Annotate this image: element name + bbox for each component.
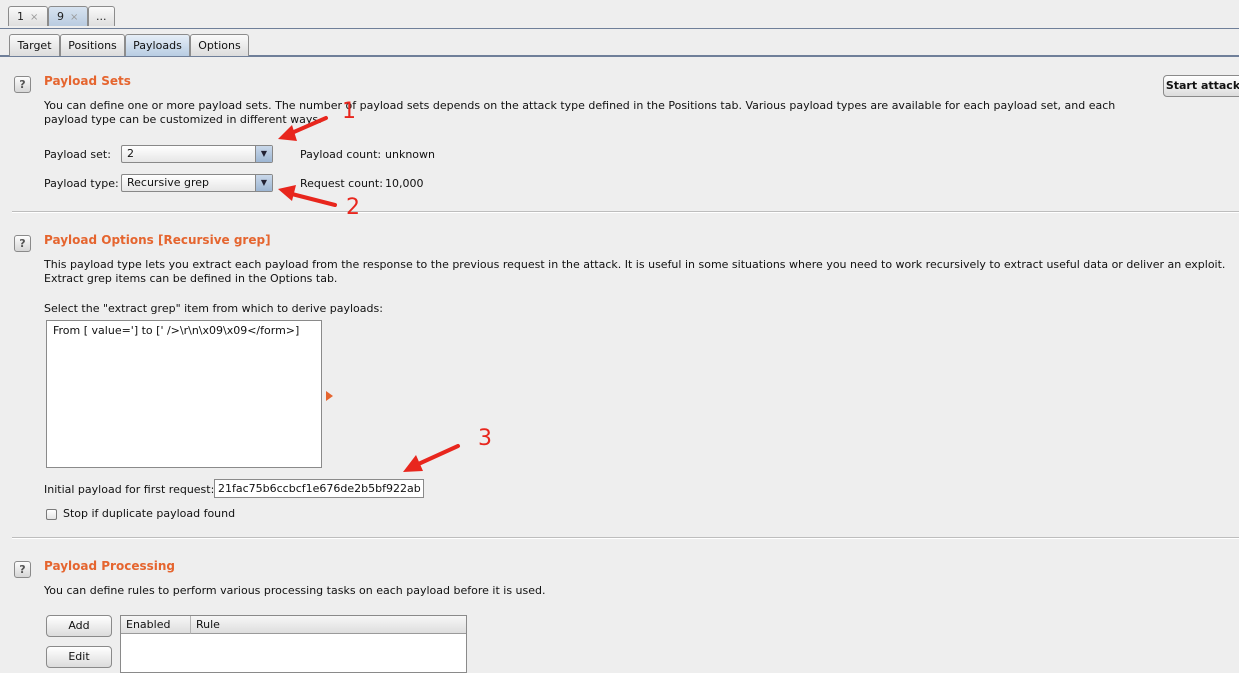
payload-type-label: Payload type:: [44, 177, 119, 190]
payload-options-description: This payload type lets you extract each …: [44, 258, 1226, 285]
payload-type-select[interactable]: Recursive grep ▼: [121, 174, 273, 192]
request-tab-label: 9: [57, 10, 64, 23]
sub-tab-bar: Target Positions Payloads Options: [0, 29, 1239, 57]
help-icon[interactable]: ?: [14, 561, 31, 578]
stop-duplicate-label: Stop if duplicate payload found: [63, 507, 236, 520]
payloads-panel: ? Payload Sets Start attack You can defi…: [0, 58, 1239, 673]
request-count-value: 10,000: [385, 177, 424, 190]
extract-grep-list[interactable]: From [ value='] to [' />\r\n\x09\x09</fo…: [46, 320, 322, 468]
payload-sets-description: You can define one or more payload sets.…: [44, 99, 1116, 126]
payload-processing-description: You can define rules to perform various …: [44, 584, 546, 597]
help-icon[interactable]: ?: [14, 76, 31, 93]
initial-payload-label: Initial payload for first request:: [44, 483, 215, 496]
payload-set-value: 2: [127, 147, 134, 160]
add-rule-button[interactable]: Add: [46, 615, 112, 637]
annotation-number-1: 1: [342, 99, 356, 124]
chevron-down-icon: ▼: [255, 175, 272, 191]
payload-count-label: Payload count:: [300, 148, 382, 161]
request-tab-9[interactable]: 9 ×: [48, 6, 88, 26]
stop-duplicate-checkbox[interactable]: [46, 509, 57, 520]
request-count-label: Request count:: [300, 177, 383, 190]
request-tab-label: ...: [96, 10, 107, 23]
close-icon[interactable]: ×: [30, 12, 38, 23]
request-tab-label: 1: [17, 10, 24, 23]
chevron-down-icon: ▼: [255, 146, 272, 162]
help-icon[interactable]: ?: [14, 235, 31, 252]
column-header-rule[interactable]: Rule: [191, 616, 466, 634]
start-attack-button[interactable]: Start attack: [1163, 75, 1239, 97]
section-divider: [12, 537, 1239, 539]
payload-set-label: Payload set:: [44, 148, 111, 161]
tab-payloads[interactable]: Payloads: [125, 34, 190, 56]
initial-payload-input[interactable]: 21fac75b6ccbcf1e676de2b5bf922ab: [214, 479, 424, 498]
section-title-payload-processing: Payload Processing: [44, 559, 175, 573]
annotation-number-3: 3: [478, 426, 492, 451]
annotation-number-2: 2: [346, 195, 360, 220]
section-divider: [12, 211, 1239, 213]
section-title-payload-options: Payload Options [Recursive grep]: [44, 233, 271, 247]
tab-options[interactable]: Options: [190, 34, 249, 56]
column-header-enabled[interactable]: Enabled: [121, 616, 191, 634]
section-title-payload-sets: Payload Sets: [44, 74, 131, 88]
request-tab-1[interactable]: 1 ×: [8, 6, 48, 26]
tab-positions[interactable]: Positions: [60, 34, 125, 56]
payload-set-select[interactable]: 2 ▼: [121, 145, 273, 163]
request-tab-bar: 1 × 9 × ...: [0, 0, 1239, 29]
extract-grep-label: Select the "extract grep" item from whic…: [44, 302, 383, 315]
processing-rules-table[interactable]: Enabled Rule: [120, 615, 467, 673]
payload-type-value: Recursive grep: [127, 176, 210, 189]
request-tab-more[interactable]: ...: [88, 6, 115, 26]
tab-target[interactable]: Target: [9, 34, 60, 56]
close-icon[interactable]: ×: [70, 12, 78, 23]
edit-rule-button[interactable]: Edit: [46, 646, 112, 668]
expand-arrow-icon[interactable]: [326, 391, 334, 401]
list-item[interactable]: From [ value='] to [' />\r\n\x09\x09</fo…: [53, 324, 299, 337]
payload-count-value: unknown: [385, 148, 435, 161]
